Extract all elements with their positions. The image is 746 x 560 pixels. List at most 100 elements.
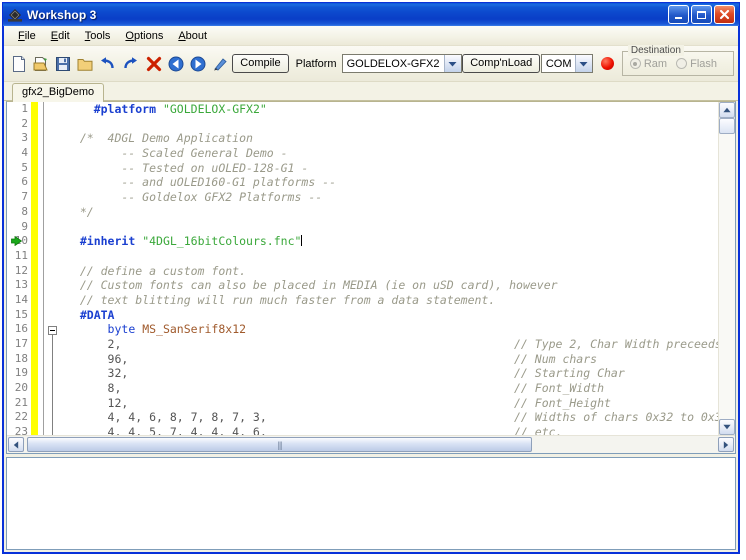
code-token: 4, 4, 6, 8, 7, 8, 7, 3, bbox=[66, 410, 267, 425]
code-line[interactable]: 4, 4, 6, 8, 7, 8, 7, 3, // Widths of char… bbox=[66, 410, 718, 425]
platform-select[interactable]: GOLDELOX-GFX2 bbox=[341, 54, 462, 73]
code-line[interactable]: 4, 4, 5, 7, 4, 4, 4, 6, // etc. bbox=[66, 425, 718, 435]
radio-unchecked-icon bbox=[676, 58, 688, 69]
scroll-up-button[interactable] bbox=[719, 102, 735, 118]
save-file-icon[interactable] bbox=[53, 52, 73, 75]
fold-toggle-data[interactable] bbox=[48, 326, 57, 335]
code-fold-column[interactable] bbox=[47, 102, 60, 435]
code-line[interactable]: 2, // Type 2, Char Width preceeds ch bbox=[66, 337, 718, 352]
line-number: 19 bbox=[14, 366, 28, 380]
code-line[interactable]: 96, // Num chars bbox=[66, 352, 718, 367]
code-scroll-area[interactable]: 123456789101112131415161718192021222324 … bbox=[7, 102, 718, 435]
menu-options[interactable]: Options bbox=[118, 28, 171, 44]
document-tab-strip: gfx2_BigDemo bbox=[4, 82, 738, 102]
code-text-content[interactable]: #platform "GOLDELOX-GFX2" /* 4DGL Demo A… bbox=[60, 102, 718, 435]
window-controls bbox=[668, 5, 737, 24]
trailing-comment: // Widths of chars 0x32 to 0x39 bbox=[514, 410, 718, 425]
chevron-down-icon[interactable] bbox=[574, 55, 592, 72]
code-line[interactable]: /* 4DGL Demo Application bbox=[66, 131, 718, 146]
code-line[interactable]: */ bbox=[66, 205, 718, 220]
line-number: 10 bbox=[7, 234, 47, 249]
open-file-icon[interactable] bbox=[31, 52, 51, 75]
tab-gfx2-bigdemo[interactable]: gfx2_BigDemo bbox=[12, 82, 105, 102]
close-button[interactable] bbox=[714, 5, 735, 24]
code-token: // define a custom font. bbox=[66, 263, 247, 278]
code-line[interactable] bbox=[66, 220, 718, 235]
window-client-area: File Edit Tools Options About Compile Pl… bbox=[3, 26, 739, 553]
code-line[interactable]: -- and uOLED160-G1 platforms -- bbox=[66, 175, 718, 190]
trailing-comment: // Font_Height bbox=[514, 395, 611, 410]
code-line[interactable]: 8, // Font_Width bbox=[66, 381, 718, 396]
horizontal-scroll-thumb[interactable]: ||| bbox=[27, 437, 532, 452]
new-file-icon[interactable] bbox=[9, 52, 29, 75]
scroll-left-button[interactable] bbox=[8, 437, 24, 452]
maximize-button[interactable] bbox=[691, 5, 712, 24]
destination-flash-radio[interactable]: Flash bbox=[676, 58, 717, 70]
minimize-button[interactable] bbox=[668, 5, 689, 24]
line-number: 1 bbox=[21, 102, 28, 115]
scroll-right-button[interactable] bbox=[718, 437, 734, 452]
forward-icon[interactable] bbox=[188, 52, 208, 75]
line-number: 3 bbox=[21, 131, 28, 145]
code-line[interactable]: -- Tested on uOLED-128-G1 - bbox=[66, 161, 718, 176]
vertical-scrollbar[interactable] bbox=[718, 102, 735, 435]
code-line[interactable]: byte MS_SanSerif8x12 bbox=[66, 322, 718, 337]
code-line[interactable]: #inherit "4DGL_16bitColours.fnc" bbox=[66, 234, 718, 249]
destination-legend: Destination bbox=[627, 45, 684, 56]
line-number: 17 bbox=[14, 337, 28, 350]
vertical-scroll-track[interactable] bbox=[719, 134, 735, 419]
line-number: 18 bbox=[14, 351, 28, 365]
horizontal-scrollbar[interactable]: ||| bbox=[7, 435, 735, 453]
folder-icon[interactable] bbox=[75, 52, 95, 75]
trailing-comment: // Type 2, Char Width preceeds ch bbox=[514, 337, 718, 351]
line-number: 11 bbox=[14, 248, 28, 262]
code-token: 4, 4, 5, 7, 4, 4, 4, 6, bbox=[66, 425, 267, 435]
code-line[interactable]: 12, // Font_Height bbox=[66, 396, 718, 411]
code-token: byte bbox=[107, 322, 136, 337]
delete-icon[interactable] bbox=[144, 52, 164, 75]
vertical-scroll-thumb[interactable] bbox=[719, 118, 735, 134]
line-number: 16 bbox=[14, 322, 28, 336]
code-token: 96, bbox=[66, 351, 129, 366]
back-icon[interactable] bbox=[166, 52, 186, 75]
line-number: 2 bbox=[21, 116, 28, 130]
redo-icon[interactable] bbox=[120, 52, 140, 75]
code-line[interactable] bbox=[66, 117, 718, 132]
destination-ram-label: Ram bbox=[643, 57, 668, 70]
bookmark-icon[interactable] bbox=[11, 235, 23, 247]
menu-file[interactable]: File bbox=[11, 28, 44, 44]
code-line[interactable]: 32, // Starting Char bbox=[66, 366, 718, 381]
trailing-comment: // Font_Width bbox=[514, 381, 605, 396]
code-line[interactable]: // define a custom font. bbox=[66, 264, 718, 279]
chevron-down-icon[interactable] bbox=[443, 55, 461, 72]
code-token: */ bbox=[66, 204, 94, 219]
menu-tools[interactable]: Tools bbox=[78, 28, 119, 44]
line-number: 13 bbox=[14, 278, 28, 292]
code-token: "GOLDELOX-GFX2" bbox=[162, 102, 267, 116]
code-line[interactable] bbox=[66, 249, 718, 264]
destination-group: Destination Ram Flash bbox=[621, 45, 734, 76]
line-number: 14 bbox=[14, 292, 28, 306]
output-pane[interactable] bbox=[6, 457, 736, 550]
platform-label: Platform bbox=[295, 57, 337, 70]
com-port-select[interactable]: COM 3 bbox=[540, 54, 593, 73]
code-line[interactable]: // Custom fonts can also be placed in ME… bbox=[66, 278, 718, 293]
scroll-down-button[interactable] bbox=[719, 419, 735, 435]
code-line[interactable]: #DATA bbox=[66, 308, 718, 323]
code-line[interactable]: // text blitting will run much faster fr… bbox=[66, 293, 718, 308]
destination-ram-radio[interactable]: Ram bbox=[629, 57, 668, 70]
compile-and-load-button[interactable]: Comp'nLoad bbox=[462, 53, 541, 74]
compile-button[interactable]: Compile bbox=[232, 53, 289, 74]
code-line[interactable]: #platform "GOLDELOX-GFX2" bbox=[66, 102, 718, 117]
radio-checked-icon bbox=[629, 58, 641, 69]
code-line[interactable]: -- Scaled General Demo - bbox=[66, 146, 718, 161]
menu-edit[interactable]: Edit bbox=[44, 28, 78, 44]
line-number: 9 bbox=[21, 219, 28, 233]
code-line[interactable]: -- Goldelox GFX2 Platforms -- bbox=[66, 190, 718, 205]
undo-icon[interactable] bbox=[98, 52, 118, 75]
code-token: #DATA bbox=[79, 307, 115, 322]
menu-about[interactable]: About bbox=[171, 28, 215, 44]
platform-select-value: GOLDELOX-GFX2 bbox=[346, 57, 440, 70]
find-icon[interactable] bbox=[210, 52, 230, 75]
